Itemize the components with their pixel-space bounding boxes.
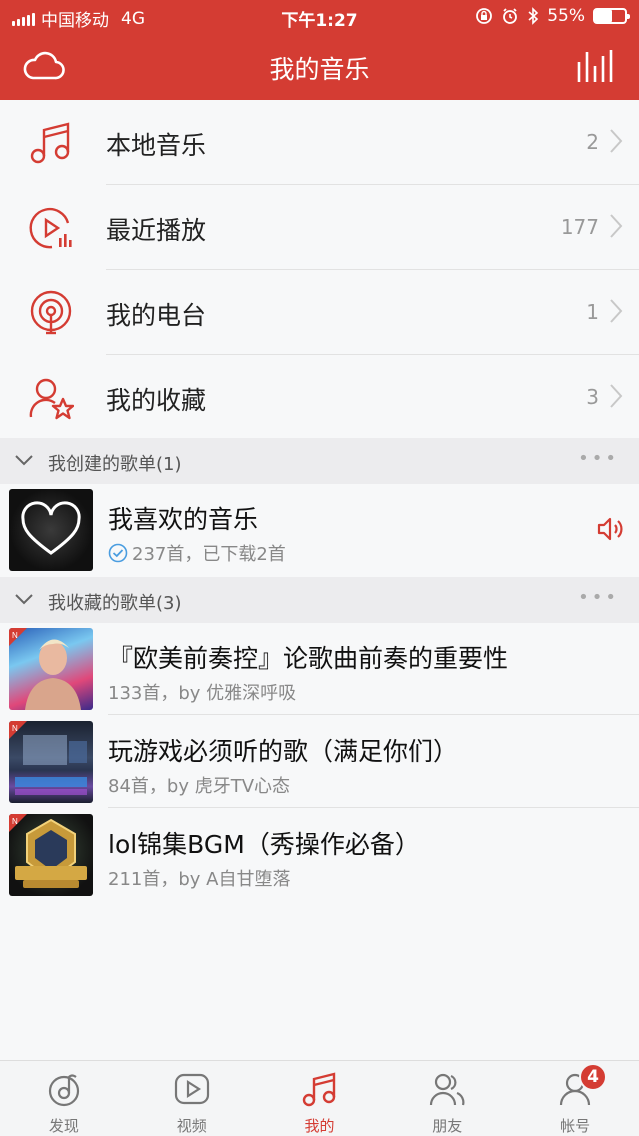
playlist-item[interactable]: N 玩游戏必须听的歌（满足你们） 84首，by 虎牙TV心态 [0,716,639,808]
downloaded-check-icon [108,543,128,563]
playlist-subtitle: 84首，by 虎牙TV心态 [108,776,291,797]
chevron-down-icon [15,594,33,605]
music-note-icon [30,122,70,164]
tab-friends[interactable]: 朋友 [383,1061,511,1136]
bluetooth-icon [528,7,539,25]
battery-percent: 55% [547,6,585,26]
radio-icon [30,290,72,335]
section-title: 我创建的歌单(1) [48,454,182,475]
menu-item-local-music[interactable]: 本地音乐 2 [0,100,639,185]
user-star-icon [29,378,74,420]
chevron-right-icon [610,214,623,238]
section-title: 我收藏的歌单(3) [48,593,182,614]
now-playing-speaker-icon[interactable] [597,516,625,542]
alarm-icon [503,8,518,24]
menu-count: 177 [560,215,599,239]
playlist-title: 我喜欢的音乐 [108,505,259,534]
playlist-subtitle: 211首，by A自甘堕落 [108,869,291,890]
rotation-lock-icon [476,8,493,24]
playlist-item[interactable]: 我喜欢的音乐 237首，已下载2首 [0,484,639,576]
friends-icon [430,1073,465,1106]
tab-video[interactable]: 视频 [128,1061,256,1136]
more-icon[interactable]: ••• [578,448,619,469]
tab-discover[interactable]: 发现 [0,1061,128,1136]
nav-bar: 我的音乐 [0,34,639,100]
netease-badge-icon: N [9,628,27,646]
menu-label: 本地音乐 [106,131,207,160]
chevron-right-icon [610,129,623,153]
menu-count: 1 [586,300,599,324]
collected-playlists-header[interactable]: 我收藏的歌单(3) ••• [0,577,639,623]
svg-text:N: N [12,817,18,826]
page-title: 我的音乐 [269,55,370,84]
status-bar: 中国移动 4G 下午1:27 55% [0,0,639,34]
tab-label: 视频 [176,1117,207,1135]
menu-item-recent-play[interactable]: 最近播放 177 [0,185,639,270]
more-icon[interactable]: ••• [578,587,619,608]
notification-badge: 4 [579,1063,608,1091]
menu-count: 2 [586,130,599,154]
menu-label: 我的电台 [106,301,207,330]
chevron-right-icon [610,384,623,408]
svg-text:N: N [12,631,18,640]
video-icon [174,1073,209,1105]
recent-play-icon [29,207,72,249]
music-icon [303,1072,336,1107]
created-playlists-header[interactable]: 我创建的歌单(1) ••• [0,438,639,484]
playlist-title: 『欧美前奏控』论歌曲前奏的重要性 [108,644,509,673]
tab-bar: 发现 视频 我的 朋友 4 帐号 [0,1060,639,1136]
chevron-right-icon [610,299,623,323]
menu-item-my-favorites[interactable]: 我的收藏 3 [0,355,639,440]
my-music-menu: 本地音乐 2 最近播放 177 我的电台 1 我的收藏 3 [0,100,639,440]
menu-label: 最近播放 [106,216,207,245]
playlist-subtitle: 237首，已下载2首 [132,544,286,565]
tab-label: 帐号 [560,1117,591,1135]
playlist-cover [9,489,93,571]
menu-label: 我的收藏 [106,386,207,415]
tab-label: 我的 [304,1117,335,1135]
netease-badge-icon: N [9,814,27,832]
playlist-cover: N [9,814,93,896]
playlist-cover: N [9,628,93,710]
netease-badge-icon: N [9,721,27,739]
battery-icon [593,8,630,24]
playlist-title: 玩游戏必须听的歌（满足你们） [108,737,459,766]
tab-my-music[interactable]: 我的 [256,1061,384,1136]
equalizer-icon[interactable] [575,48,615,84]
playlist-title: lol锦集BGM（秀操作必备） [108,830,420,859]
playlist-item[interactable]: N 『欧美前奏控』论歌曲前奏的重要性 133首，by 优雅深呼吸 [0,623,639,715]
menu-item-my-radio[interactable]: 我的电台 1 [0,270,639,355]
playlist-subtitle: 133首，by 优雅深呼吸 [108,683,297,704]
playlist-cover: N [9,721,93,803]
menu-count: 3 [586,385,599,409]
tab-account[interactable]: 4 帐号 [511,1061,639,1136]
discover-icon [48,1074,79,1107]
tab-label: 朋友 [432,1117,463,1135]
svg-text:N: N [12,724,18,733]
tab-label: 发现 [48,1117,79,1135]
playlist-subtitle-row: 237首，已下载2首 [108,540,286,566]
playlist-item[interactable]: N lol锦集BGM（秀操作必备） 211首，by A自甘堕落 [0,809,639,901]
heart-icon [21,501,81,555]
chevron-down-icon [15,455,33,466]
